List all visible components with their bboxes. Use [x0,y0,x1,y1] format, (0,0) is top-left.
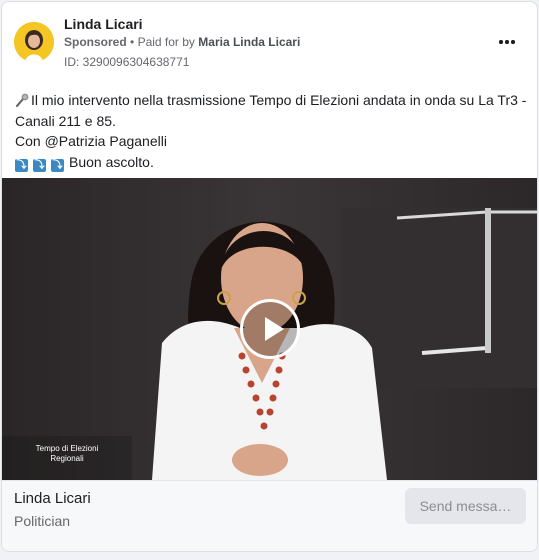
ad-footer: Linda Licari Politician Send messa… [2,480,537,551]
microphone-icon [15,93,29,107]
paid-for-prefix: Paid for by [137,35,195,49]
post-header: Linda Licari Sponsored • Paid for by Mar… [2,2,537,80]
avatar-image [14,22,54,62]
post-text-line: Il mio intervento nella trasmissione Tem… [15,90,530,131]
video-caption: Tempo di Elezioni Regionali [19,444,115,464]
author-name[interactable]: Linda Licari [64,16,143,32]
ad-card: Linda Licari Sponsored • Paid for by Mar… [1,1,538,552]
more-dot [511,40,515,44]
post-text: Il mio intervento nella trasmissione Tem… [15,90,530,172]
page-category: Politician [14,513,71,529]
post-text-line: ⤵ ⤵ ⤵ Buon ascolto. [15,152,530,173]
post-text-line2: Con @Patrizia Paganelli [15,133,167,149]
post-text-line3: Buon ascolto. [69,153,154,170]
ad-meta: Sponsored • Paid for by Maria Linda Lica… [64,35,300,49]
payer-name: Maria Linda Licari [198,35,301,49]
down-arrow-icon: ⤵ [15,158,28,172]
post-text-line1: Il mio intervento nella trasmissione Tem… [15,92,527,129]
video-caption-line1: Tempo di Elezioni [35,444,99,453]
avatar[interactable] [14,22,54,62]
more-options-button[interactable] [495,32,519,52]
down-arrow-icon: ⤵ [51,158,64,172]
more-dot [505,40,509,44]
send-message-button[interactable]: Send messa… [405,488,526,524]
meta-separator: • [130,35,135,49]
ad-id: ID: 3290096304638771 [64,55,190,69]
video-caption-line2: Regionali [50,454,84,463]
down-arrow-icon: ⤵ [33,158,46,172]
play-icon[interactable] [240,299,300,359]
more-horizontal-icon [499,40,503,44]
page-name[interactable]: Linda Licari [14,490,91,507]
sponsored-label: Sponsored [64,35,127,49]
